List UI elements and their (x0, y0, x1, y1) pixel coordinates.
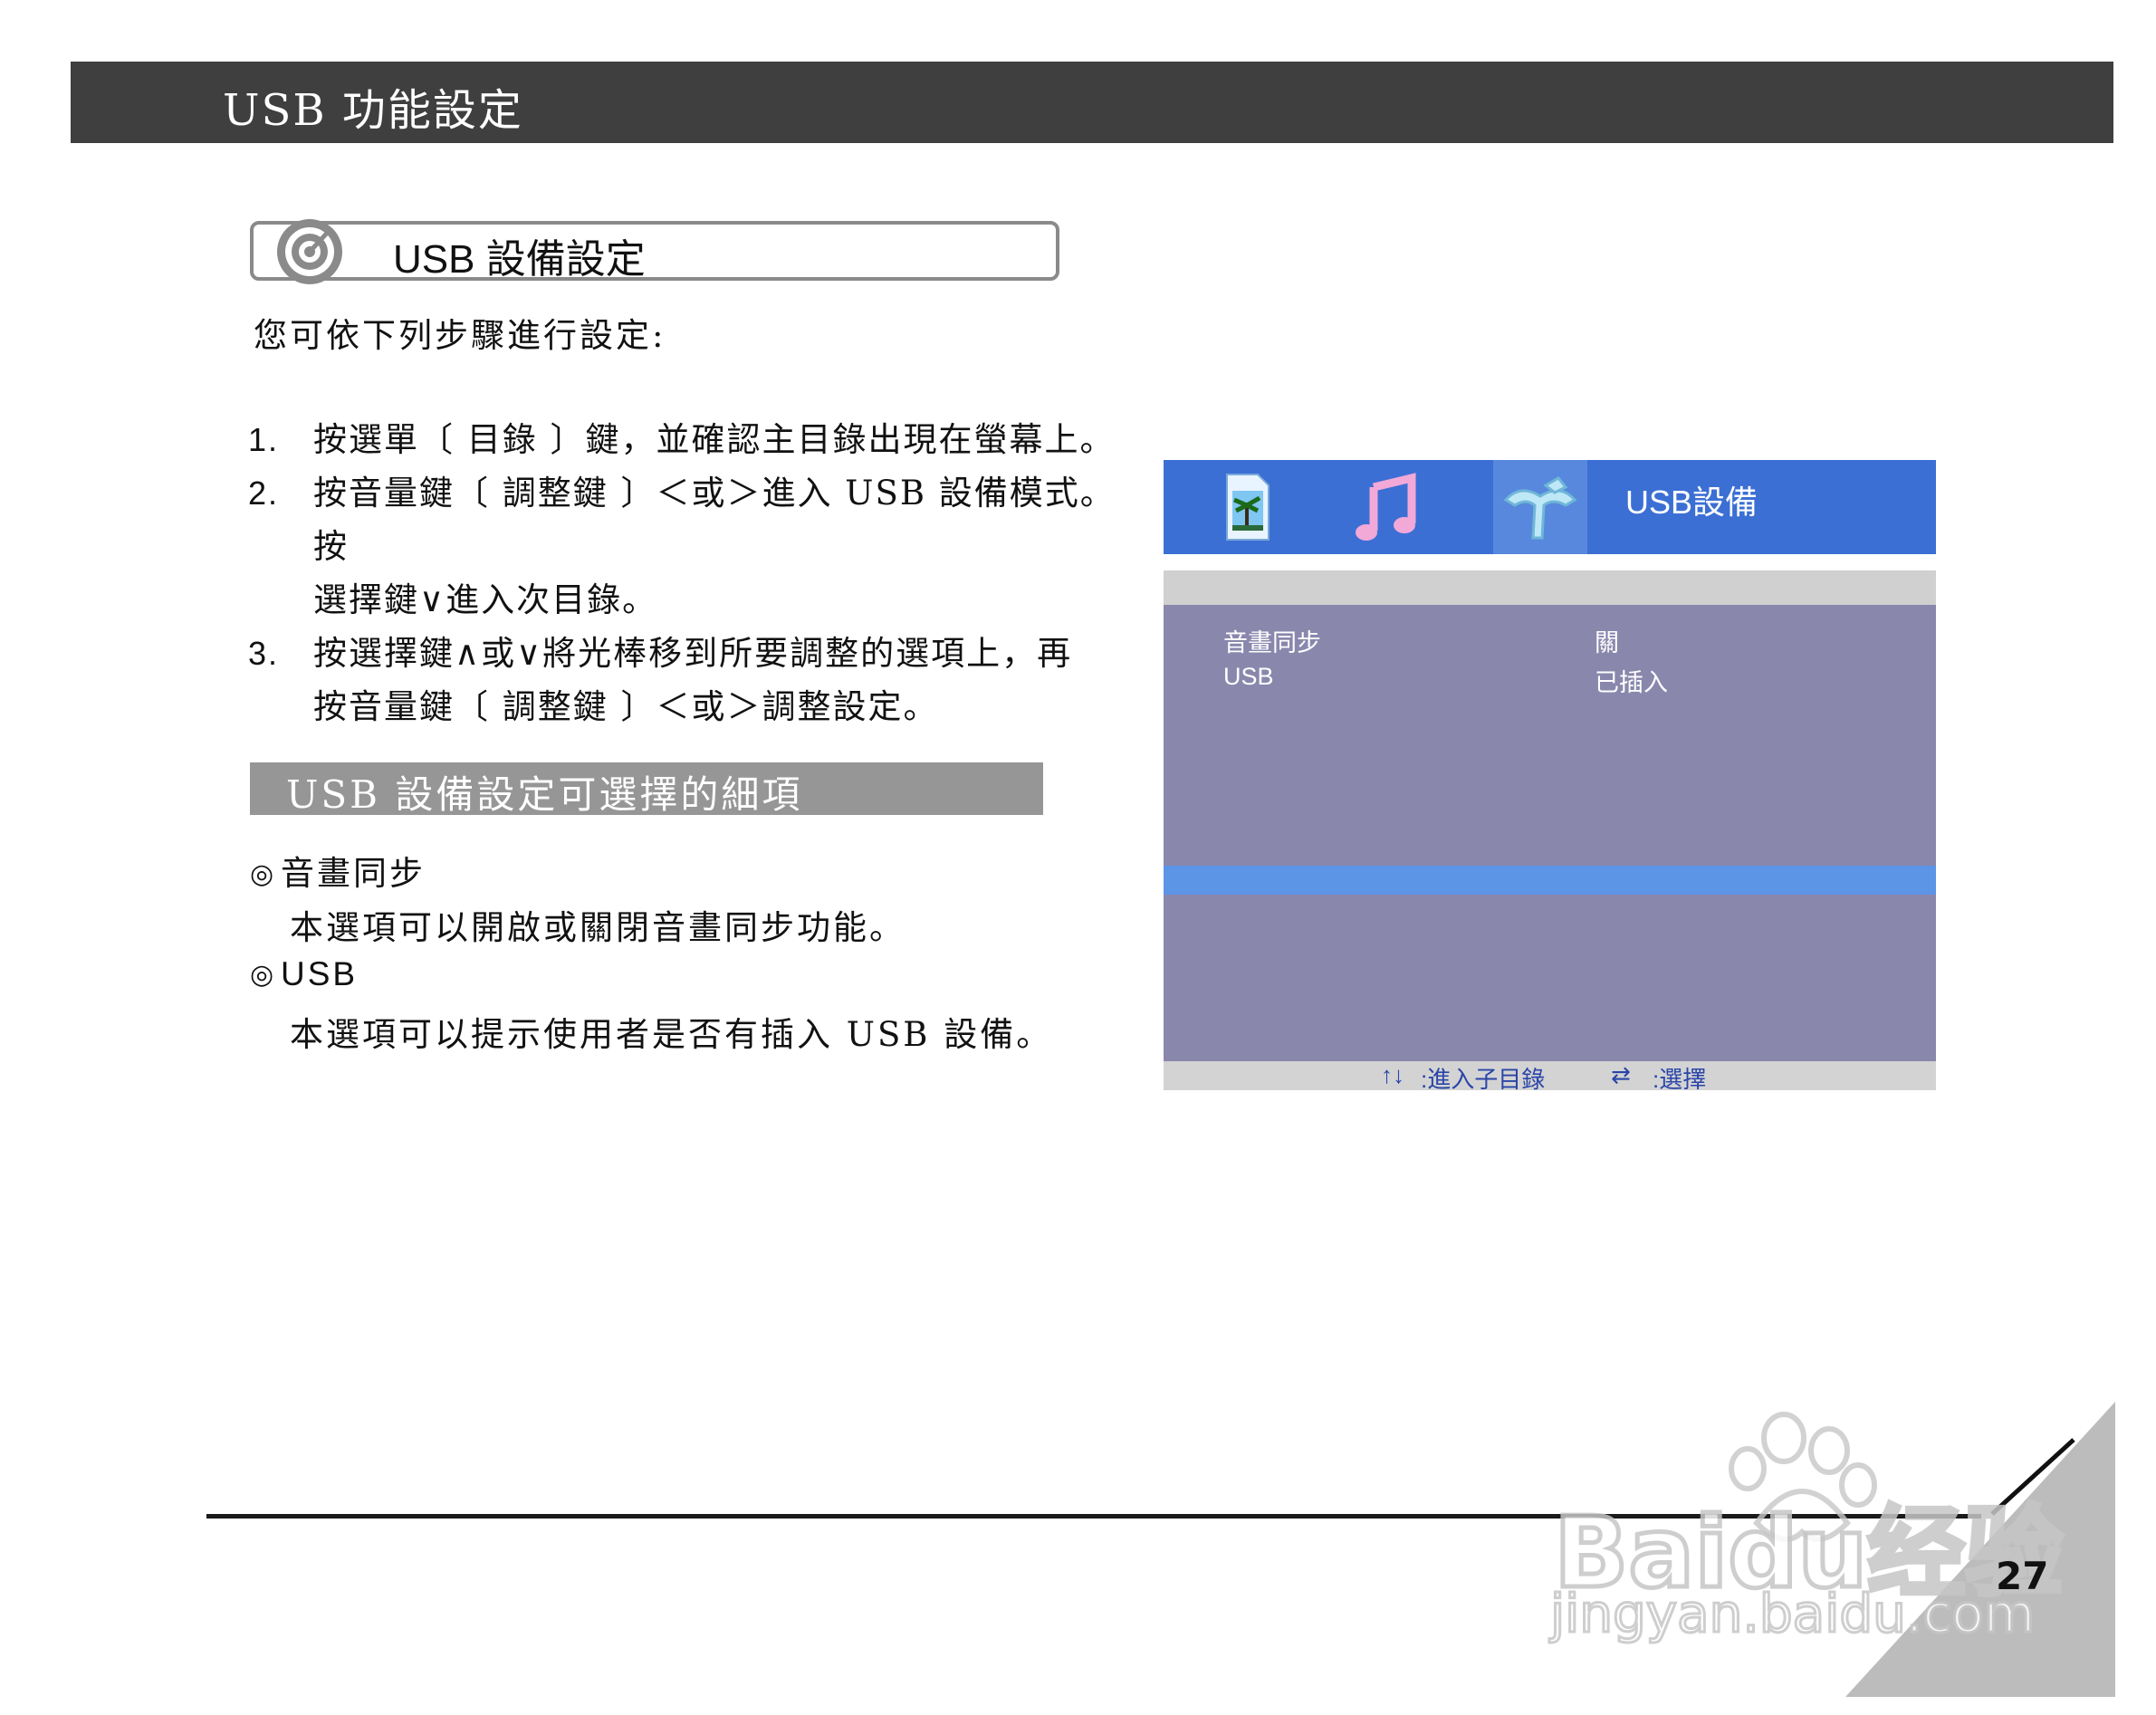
step-number: 1. (248, 421, 280, 458)
step-text-cont: 選擇鍵∨進入次目錄。 (313, 580, 658, 619)
settings-icon (1503, 476, 1577, 540)
hint-select: :選擇 (1653, 1066, 1707, 1093)
feature-title-text: 音畫同步 (281, 854, 426, 893)
feature-desc: 本選項可以開啟或關閉音畫同步功能。 (290, 908, 906, 947)
bullet-icon: ◎ (250, 858, 277, 890)
step-number: 2. (248, 474, 280, 512)
osd-title: USB設備 (1625, 484, 1758, 521)
step-item: 3. 按選擇鍵∧或∨將光棒移到所要調整的選項上，再 按音量鍵〔 調整鍵 〕＜或＞… (248, 627, 1135, 733)
osd-tab-settings[interactable] (1493, 460, 1587, 554)
step-text: 按音量鍵〔 調整鍵 〕＜或＞進入 USB 設備模式。按 (313, 474, 1116, 566)
osd-tab-music[interactable] (1341, 460, 1435, 554)
osd-top-bar: USB設備 (1164, 460, 1936, 554)
section-heading-box: USB 設備設定 (250, 219, 1059, 284)
step-item: 2. 按音量鍵〔 調整鍵 〕＜或＞進入 USB 設備模式。按 選擇鍵∨進入次目錄… (248, 466, 1135, 627)
osd-row-value: 關 (1595, 629, 1619, 656)
osd-tab-photo[interactable] (1200, 460, 1294, 554)
osd-row-label[interactable]: USB (1223, 663, 1274, 691)
swap-arrow-icon: ⇄ (1611, 1061, 1631, 1088)
feature-title: ◎ USB (250, 954, 358, 993)
osd-hint-bar: ↑↓ :進入子目錄 ⇄ :選擇 (1164, 1061, 1936, 1093)
osd-screen: USB設備 音畫同步 關 USB 已插入 ↑↓ :進入子目錄 ⇄ :選擇 (1164, 460, 1936, 1093)
steps-list: 1. 按選單〔 目錄 〕鍵，並確認主目錄出現在螢幕上。 2. 按音量鍵〔 調整鍵… (248, 413, 1135, 733)
page-number: 27 (1996, 1554, 2049, 1598)
osd-row-value: 已插入 (1595, 669, 1668, 696)
step-text: 按選單〔 目錄 〕鍵，並確認主目錄出現在螢幕上。 (313, 420, 1116, 459)
watermark-url: jingyan.baidu.com (1548, 1582, 2036, 1646)
step-text: 按選擇鍵∧或∨將光棒移到所要調整的選項上，再 (313, 634, 1073, 673)
hint-enter: :進入子目錄 (1421, 1066, 1546, 1093)
section-title: USB 設備設定 (393, 237, 646, 282)
updown-arrow-icon: ↑↓ (1381, 1061, 1404, 1088)
music-icon (1356, 473, 1416, 541)
target-icon (277, 219, 342, 284)
feature-desc: 本選項可以提示使用者是否有插入 USB 設備。 (290, 1015, 1053, 1054)
feature-title: ◎ 音畫同步 (250, 846, 426, 895)
osd-row-label[interactable]: 音畫同步 (1223, 623, 1321, 658)
osd-highlight-bar (1164, 866, 1936, 895)
photo-icon (1226, 474, 1270, 541)
options-header-bar: USB 設備設定可選擇的細項 (250, 762, 1043, 817)
page-title: USB 功能設定 (223, 85, 523, 136)
feature-title-text: USB (281, 955, 359, 992)
osd-divider (1164, 570, 1936, 605)
bullet-icon: ◎ (250, 959, 277, 991)
step-text-cont: 按音量鍵〔 調整鍵 〕＜或＞調整設定。 (313, 687, 939, 726)
options-header: USB 設備設定可選擇的細項 (286, 772, 803, 817)
intro-text: 您可依下列步驟進行設定: (254, 316, 666, 355)
header-bar: USB 功能設定 (71, 62, 2113, 143)
osd-divider (1164, 554, 1936, 570)
step-number: 3. (248, 635, 280, 672)
step-item: 1. 按選單〔 目錄 〕鍵，並確認主目錄出現在螢幕上。 (248, 413, 1135, 466)
